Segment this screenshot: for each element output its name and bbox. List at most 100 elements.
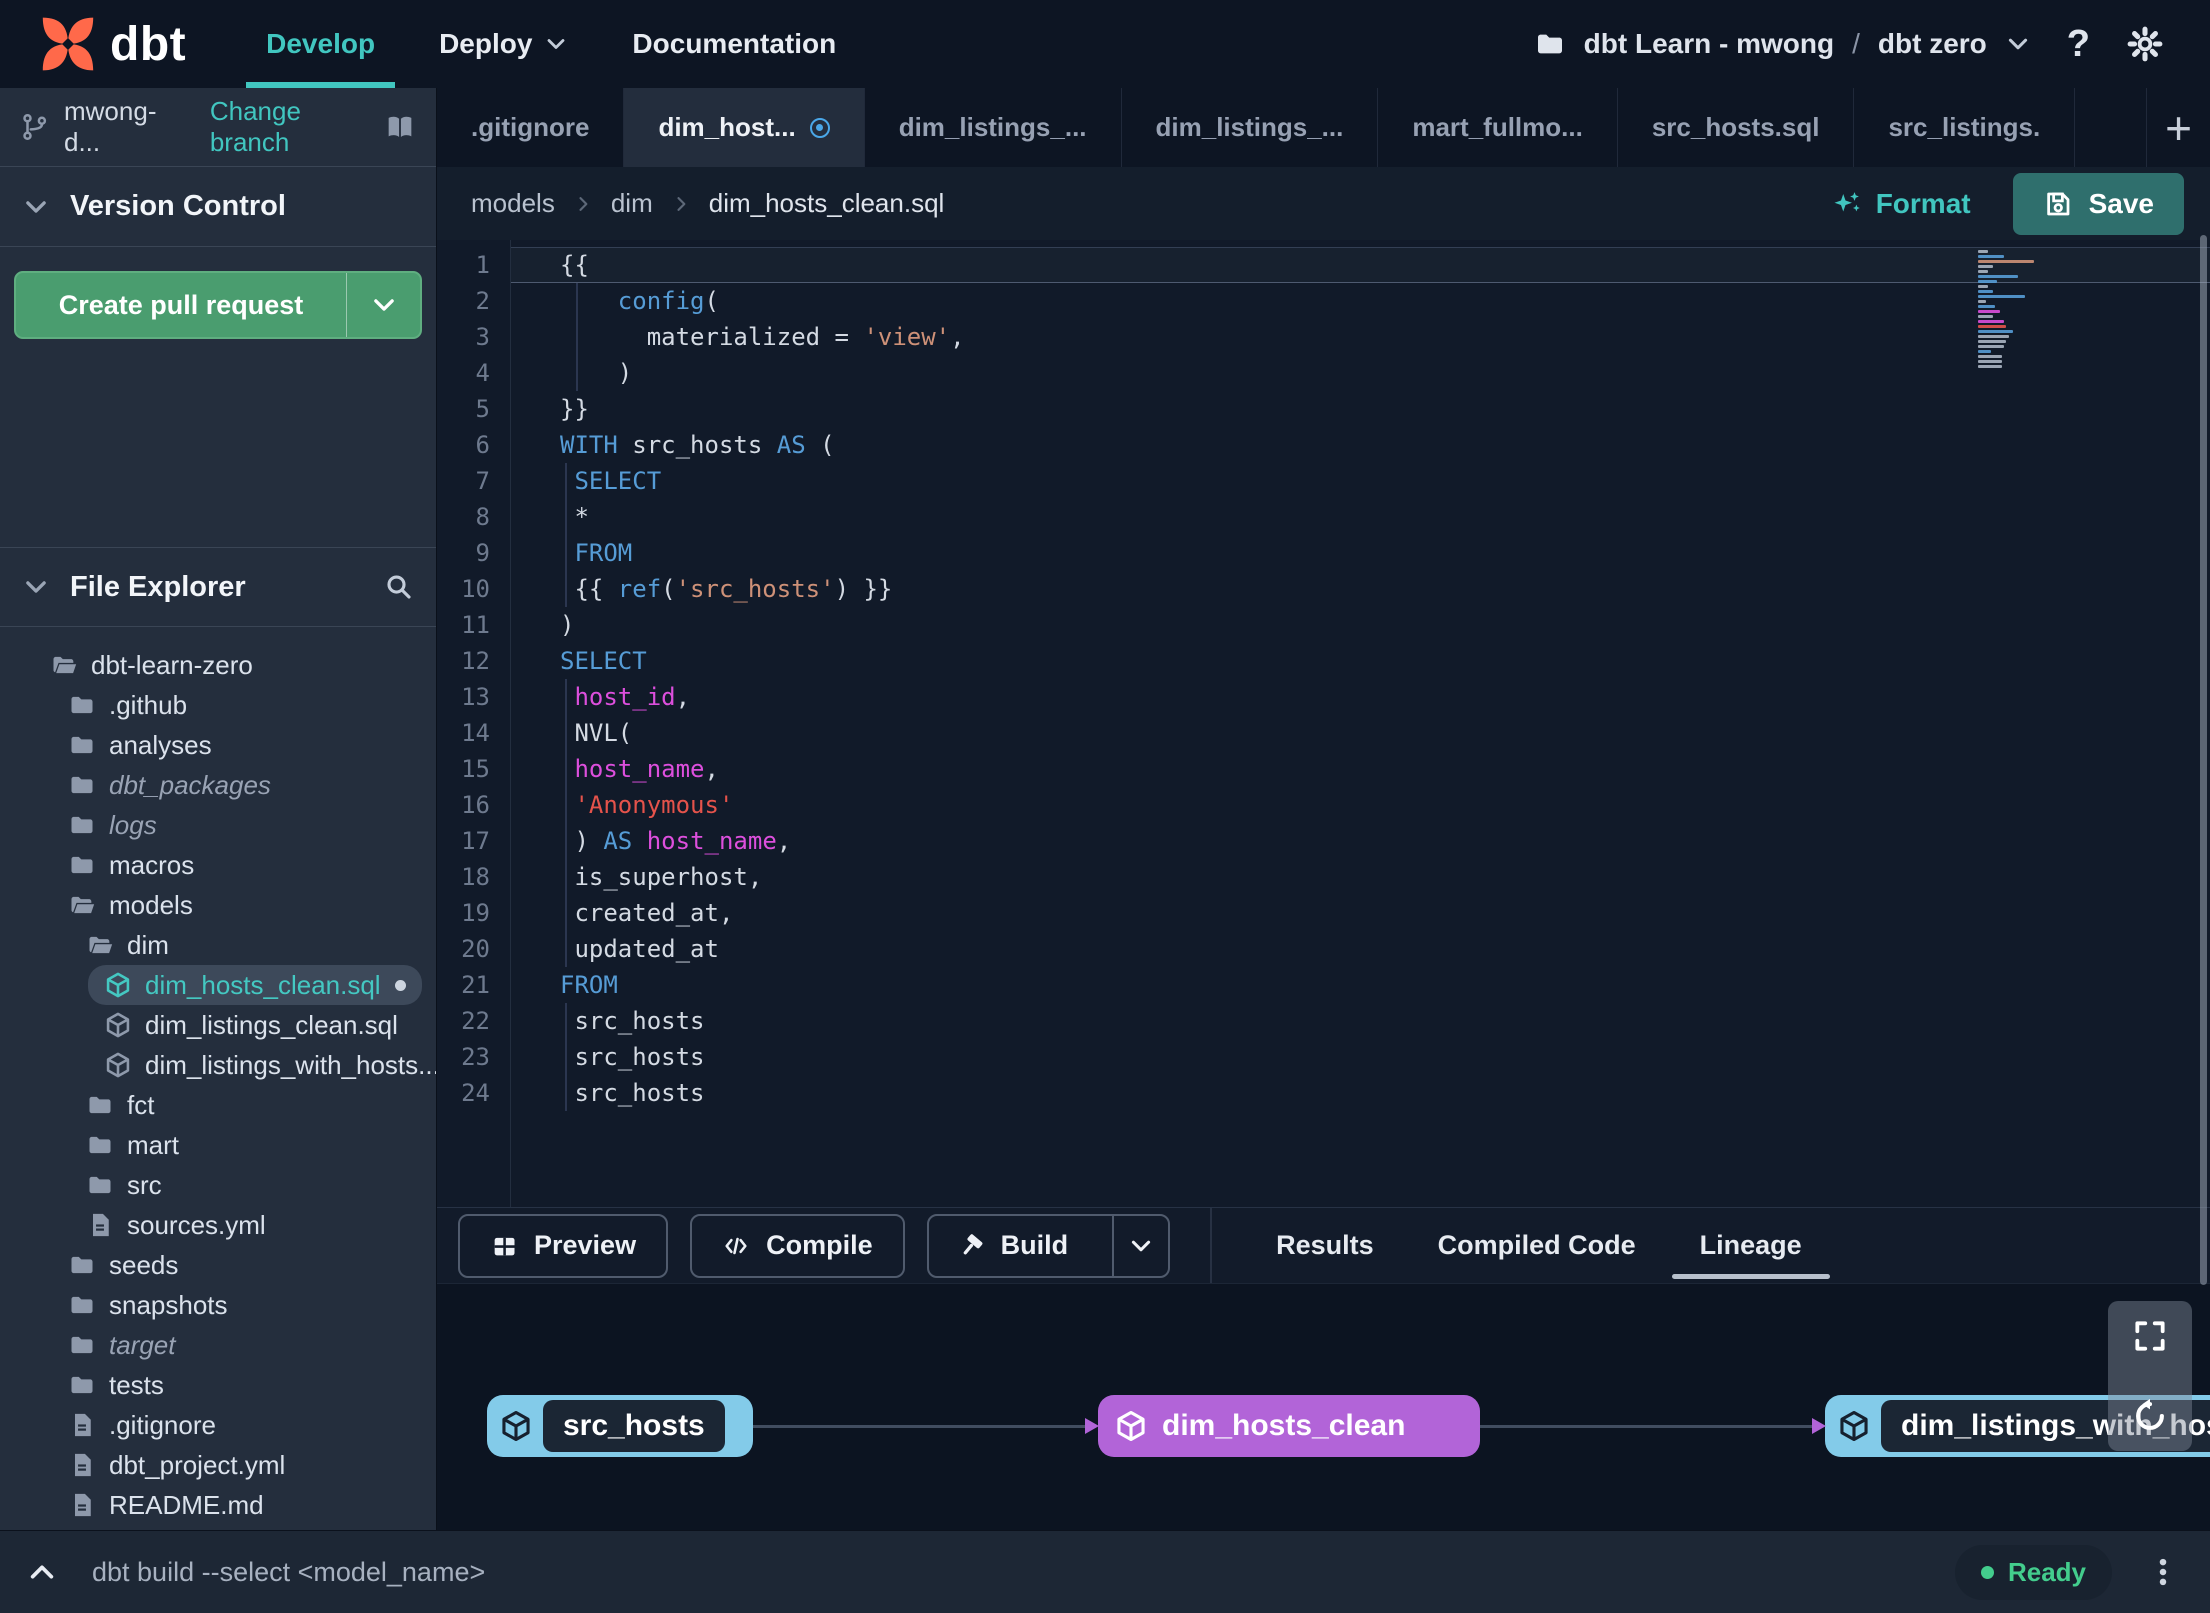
tree-item-dim[interactable]: dim [0, 925, 436, 965]
tree-item-analyses[interactable]: analyses [0, 725, 436, 765]
lineage-node-src-hosts[interactable]: src_hosts [487, 1395, 753, 1457]
lineage-graph[interactable]: src_hosts dim_hosts_clean dim_listings_wit… [437, 1283, 2210, 1530]
code-line-content[interactable]: {{ [510, 247, 2210, 283]
tree-item-seeds[interactable]: seeds [0, 1245, 436, 1285]
tree-item-dim-listings-with-hosts[interactable]: dim_listings_with_hosts... [0, 1045, 436, 1085]
breadcrumb-models[interactable]: models [471, 188, 555, 219]
code-line-content[interactable]: src_hosts [510, 1003, 2210, 1039]
code-line-content[interactable]: 'Anonymous' [510, 787, 2210, 823]
chevron-right-icon [573, 194, 593, 214]
tree-item-dim-listings-clean-sql[interactable]: dim_listings_clean.sql [0, 1005, 436, 1045]
tree-item-tests[interactable]: tests [0, 1365, 436, 1405]
code-line-content[interactable]: ) AS host_name, [510, 823, 2210, 859]
command-text[interactable]: dbt build --select <model_name> [92, 1557, 485, 1588]
tree-item-dbt-packages[interactable]: dbt_packages [0, 765, 436, 805]
tree-item-models[interactable]: models [0, 885, 436, 925]
book-icon[interactable] [384, 111, 416, 143]
code-line-content[interactable]: {{ ref('src_hosts') }} [510, 571, 2210, 607]
format-button[interactable]: Format [1816, 178, 1987, 230]
minimap-line [1978, 320, 2004, 323]
editor-tab-mart-fullmo[interactable]: mart_fullmo... [1378, 88, 1618, 167]
tree-item-github[interactable]: .github [0, 685, 436, 725]
editor-minimap[interactable] [1978, 250, 2040, 368]
create-pull-request-button[interactable]: Create pull request [14, 271, 422, 339]
editor-tab-dim-listings[interactable]: dim_listings_... [1122, 88, 1379, 167]
code-line-content[interactable]: created_at, [510, 895, 2210, 931]
code-line-content[interactable]: * [510, 499, 2210, 535]
code-line-content[interactable]: NVL( [510, 715, 2210, 751]
tree-item-label: dbt-learn-zero [91, 649, 253, 680]
code-line-content[interactable]: config( [510, 283, 2210, 319]
tree-item-label: snapshots [109, 1289, 228, 1320]
fullscreen-icon[interactable] [2131, 1317, 2169, 1355]
nav-documentation[interactable]: Documentation [612, 0, 856, 88]
tab-lineage[interactable]: Lineage [1671, 1208, 1830, 1284]
build-button[interactable]: Build [926, 1213, 1171, 1278]
reset-view-icon[interactable] [2131, 1397, 2169, 1435]
version-control-header[interactable]: Version Control [0, 167, 436, 247]
code-line-content[interactable]: FROM [510, 967, 2210, 1003]
search-icon[interactable] [384, 572, 414, 602]
code-line-content[interactable]: host_id, [510, 679, 2210, 715]
nav-develop[interactable]: Develop [246, 0, 396, 88]
tree-item-src[interactable]: src [0, 1165, 436, 1205]
tree-item-gitignore[interactable]: .gitignore [0, 1405, 436, 1445]
code-line-content[interactable]: updated_at [510, 931, 2210, 967]
editor-tab-dim-host[interactable]: dim_host... [624, 88, 865, 167]
tab-results[interactable]: Results [1276, 1208, 1374, 1284]
gear-icon[interactable] [2126, 25, 2164, 63]
code-line-content[interactable]: src_hosts [510, 1075, 2210, 1111]
dbt-logo[interactable]: dbt [38, 0, 186, 88]
lineage-node-label: dim_hosts_clean [1162, 1409, 1406, 1442]
editor-tab-src-hosts-sql[interactable]: src_hosts.sql [1618, 88, 1855, 167]
code-line-content[interactable]: FROM [510, 535, 2210, 571]
tree-item-mart[interactable]: mart [0, 1125, 436, 1165]
breadcrumb-file[interactable]: dim_hosts_clean.sql [709, 188, 945, 219]
tree-item-snapshots[interactable]: snapshots [0, 1285, 436, 1325]
tree-item-dim-hosts-clean-sql[interactable]: dim_hosts_clean.sql [88, 965, 422, 1005]
save-button[interactable]: Save [2012, 172, 2184, 235]
version-control-title: Version Control [70, 190, 286, 222]
tree-item-dbt-learn-zero[interactable]: dbt-learn-zero [0, 645, 436, 685]
compile-button[interactable]: Compile [690, 1213, 905, 1278]
code-line-content[interactable]: SELECT [510, 643, 2210, 679]
change-branch-link[interactable]: Change branch [210, 96, 370, 158]
build-button-main[interactable]: Build [929, 1216, 1097, 1276]
code-editor[interactable]: 1{{2 config(3 materialized = 'view', 4 ) 5… [437, 240, 2210, 1207]
build-dropdown[interactable] [1112, 1215, 1168, 1276]
tree-item-readme-md[interactable]: README.md [0, 1485, 436, 1525]
kebab-menu-icon[interactable] [2146, 1555, 2180, 1589]
create-pull-request-label[interactable]: Create pull request [16, 273, 346, 337]
help-button[interactable]: ? [2067, 23, 2090, 66]
lineage-node-dim-hosts-clean[interactable]: dim_hosts_clean [1098, 1395, 1480, 1457]
tree-item-dbt-project-yml[interactable]: dbt_project.yml [0, 1445, 436, 1485]
breadcrumb-dim[interactable]: dim [611, 188, 653, 219]
tree-item-fct[interactable]: fct [0, 1085, 436, 1125]
editor-tab-gitignore[interactable]: .gitignore [437, 88, 625, 167]
tab-compiled-code[interactable]: Compiled Code [1438, 1208, 1636, 1284]
tree-item-logs[interactable]: logs [0, 805, 436, 845]
create-pull-request-dropdown[interactable] [346, 273, 420, 337]
file-explorer-header[interactable]: File Explorer [0, 547, 436, 627]
code-line-content[interactable]: SELECT [510, 463, 2210, 499]
tree-item-target[interactable]: target [0, 1325, 436, 1365]
code-line-content[interactable]: ) [510, 607, 2210, 643]
code-line-content[interactable]: src_hosts [510, 1039, 2210, 1075]
editor-tab-dim-listings[interactable]: dim_listings_... [865, 88, 1122, 167]
tree-item-macros[interactable]: macros [0, 845, 436, 885]
nav-deploy[interactable]: Deploy [419, 0, 588, 88]
editor-scrollbar[interactable] [2200, 235, 2207, 1285]
ready-label: Ready [2007, 1556, 2086, 1587]
code-line-content[interactable]: host_name, [510, 751, 2210, 787]
tree-item-sources-yml[interactable]: sources.yml [0, 1205, 436, 1245]
code-line-content[interactable]: }} [510, 391, 2210, 427]
code-line-content[interactable]: materialized = 'view', [510, 319, 2210, 355]
account-project-switcher[interactable]: dbt Learn - mwong / dbt zero [1534, 28, 2031, 60]
code-line-content[interactable]: ) [510, 355, 2210, 391]
preview-button[interactable]: Preview [458, 1213, 669, 1278]
chevron-up-icon[interactable] [26, 1556, 58, 1588]
editor-tab-src-listings[interactable]: src_listings. [1854, 88, 2076, 167]
new-tab-button[interactable]: + [2146, 88, 2210, 167]
code-line-content[interactable]: is_superhost, [510, 859, 2210, 895]
code-line-content[interactable]: WITH src_hosts AS ( [510, 427, 2210, 463]
